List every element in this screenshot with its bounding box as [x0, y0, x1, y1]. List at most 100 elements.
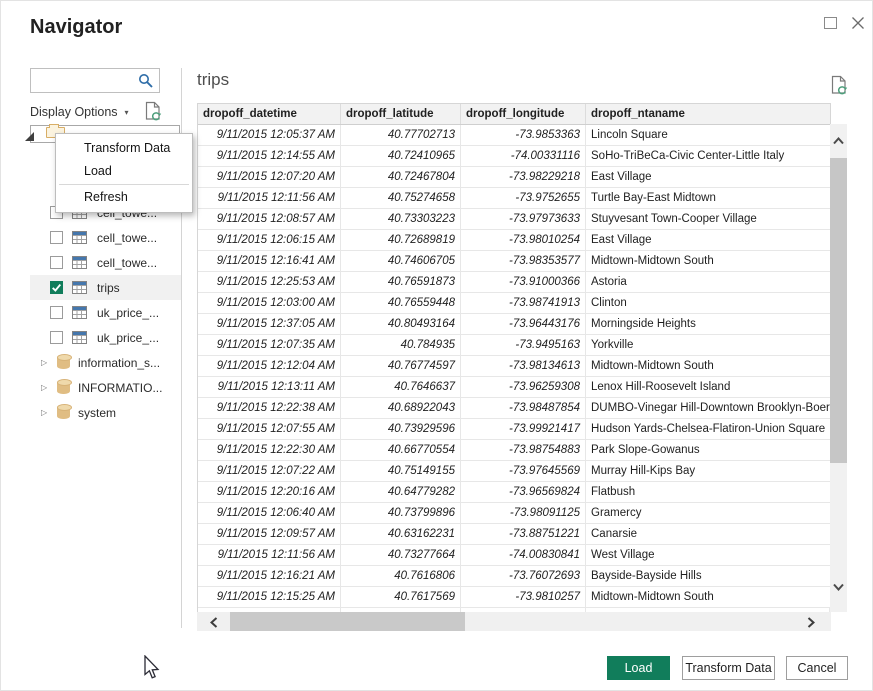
- tree-item-label: cell_towe...: [97, 231, 157, 245]
- database-icon: [57, 406, 70, 419]
- cell-dropoff-ntaname: Canarsie: [586, 524, 830, 544]
- tree-item[interactable]: ▷ uk_price_...: [30, 325, 181, 350]
- sidebar-refresh-icon[interactable]: [145, 101, 163, 127]
- tree-item-label: INFORMATIO...: [78, 381, 162, 395]
- cell-dropoff-latitude: 40.784935: [341, 335, 461, 355]
- vertical-scrollbar[interactable]: [830, 124, 847, 612]
- cell-dropoff-ntaname: Midtown-Midtown South: [586, 251, 830, 271]
- scroll-left-icon[interactable]: [210, 617, 218, 628]
- cell-dropoff-latitude: 40.73277664: [341, 545, 461, 565]
- table-row: 9/11/2015 12:07:20 AM 40.72467804 -73.98…: [198, 167, 830, 188]
- maximize-icon[interactable]: [824, 17, 837, 29]
- context-menu-item-label: Refresh: [84, 190, 128, 204]
- preview-grid-body: 9/11/2015 12:05:37 AM 40.77702713 -73.98…: [198, 125, 830, 608]
- table-row: 9/11/2015 12:05:37 AM 40.77702713 -73.98…: [198, 125, 830, 146]
- tree-item[interactable]: ▷ uk_price_...: [30, 300, 181, 325]
- search-input[interactable]: [35, 70, 137, 91]
- horizontal-scrollbar-thumb[interactable]: [230, 612, 465, 631]
- cell-dropoff-longitude: -73.97645569: [461, 461, 586, 481]
- preview-refresh-icon[interactable]: [831, 75, 849, 101]
- table-row: 9/11/2015 12:11:56 AM 40.75274658 -73.97…: [198, 188, 830, 209]
- vertical-scrollbar-thumb[interactable]: [830, 158, 847, 463]
- table-row: 9/11/2015 12:16:41 AM 40.74606705 -73.98…: [198, 251, 830, 272]
- table-row: 9/11/2015 12:14:55 AM 40.72410965 -74.00…: [198, 146, 830, 167]
- column-header[interactable]: dropoff_datetime: [198, 104, 341, 124]
- database-icon: [57, 381, 70, 394]
- mouse-cursor-arrow: [143, 655, 160, 686]
- table-row: 9/11/2015 12:16:21 AM 40.7616806 -73.760…: [198, 566, 830, 587]
- tree-item[interactable]: ▷ cell_towe...: [30, 225, 181, 250]
- preview-grid-header: dropoff_datetime dropoff_latitude dropof…: [198, 104, 830, 125]
- column-header[interactable]: dropoff_ntaname: [586, 104, 830, 124]
- tree-item-checkbox[interactable]: [50, 306, 63, 319]
- triangle-expanded-icon[interactable]: [25, 132, 34, 141]
- tree-item-checkbox[interactable]: [50, 256, 63, 269]
- cell-dropoff-datetime: 9/11/2015 12:14:55 AM: [198, 146, 341, 166]
- tree-item-checkbox[interactable]: [50, 281, 63, 294]
- cell-dropoff-latitude: 40.75149155: [341, 461, 461, 481]
- cell-dropoff-latitude: 40.80493164: [341, 314, 461, 334]
- load-button[interactable]: Load: [607, 656, 670, 680]
- context-menu-item[interactable]: Transform Data: [56, 137, 192, 160]
- cell-dropoff-latitude: 40.74606705: [341, 251, 461, 271]
- cell-dropoff-ntaname: West Village: [586, 545, 830, 565]
- cell-dropoff-ntaname: Park Slope-Gowanus: [586, 440, 830, 460]
- cell-dropoff-datetime: 9/11/2015 12:07:22 AM: [198, 461, 341, 481]
- tree-item[interactable]: ▷ system: [30, 400, 181, 425]
- cell-dropoff-ntaname: Lenox Hill-Roosevelt Island: [586, 377, 830, 397]
- tree-item-checkbox[interactable]: [50, 331, 63, 344]
- cell-dropoff-longitude: -73.9810257: [461, 587, 586, 607]
- table-row: 9/11/2015 12:09:57 AM 40.63162231 -73.88…: [198, 524, 830, 545]
- cell-dropoff-latitude: 40.64779282: [341, 482, 461, 502]
- cell-dropoff-latitude: 40.66770554: [341, 440, 461, 460]
- transform-data-button[interactable]: Transform Data: [682, 656, 775, 680]
- table-icon: [72, 231, 87, 244]
- cell-dropoff-longitude: -73.96259308: [461, 377, 586, 397]
- cell-dropoff-datetime: 9/11/2015 12:13:11 AM: [198, 377, 341, 397]
- scroll-down-icon[interactable]: [833, 583, 844, 591]
- tree-item[interactable]: ▷ cell_towe...: [30, 250, 181, 275]
- column-header[interactable]: dropoff_longitude: [461, 104, 586, 124]
- tree-item-label: uk_price_...: [97, 306, 159, 320]
- cancel-button[interactable]: Cancel: [786, 656, 848, 680]
- expand-arrow-icon[interactable]: ▷: [41, 358, 51, 367]
- table-row: 9/11/2015 12:12:04 AM 40.76774597 -73.98…: [198, 356, 830, 377]
- cell-dropoff-ntaname: Gramercy: [586, 503, 830, 523]
- expand-arrow-icon[interactable]: ▷: [41, 383, 51, 392]
- search-icon: [138, 73, 154, 89]
- cell-dropoff-datetime: 9/11/2015 12:37:05 AM: [198, 314, 341, 334]
- tree-item[interactable]: ▷ trips: [30, 275, 181, 300]
- cell-dropoff-latitude: 40.76559448: [341, 293, 461, 313]
- cell-dropoff-longitude: -73.98741913: [461, 293, 586, 313]
- preview-table-title: trips: [197, 70, 229, 90]
- table-row: 9/11/2015 12:06:40 AM 40.73799896 -73.98…: [198, 503, 830, 524]
- horizontal-scrollbar[interactable]: [197, 612, 831, 631]
- table-row: 9/11/2015 12:07:22 AM 40.75149155 -73.97…: [198, 461, 830, 482]
- display-options-dropdown[interactable]: Display Options▾: [30, 105, 129, 119]
- table-row: 9/11/2015 12:07:55 AM 40.73929596 -73.99…: [198, 419, 830, 440]
- column-header[interactable]: dropoff_latitude: [341, 104, 461, 124]
- cell-dropoff-datetime: 9/11/2015 12:07:20 AM: [198, 167, 341, 187]
- cell-dropoff-datetime: 9/11/2015 12:06:15 AM: [198, 230, 341, 250]
- cell-dropoff-latitude: 40.72410965: [341, 146, 461, 166]
- context-menu-item[interactable]: Load: [56, 160, 192, 183]
- cell-dropoff-ntaname: East Village: [586, 230, 830, 250]
- cell-dropoff-latitude: 40.77702713: [341, 125, 461, 145]
- tree-item[interactable]: ▷ INFORMATIO...: [30, 375, 181, 400]
- context-menu-item[interactable]: Refresh: [56, 186, 192, 209]
- scroll-right-icon[interactable]: [807, 617, 815, 628]
- cell-dropoff-datetime: 9/11/2015 12:22:38 AM: [198, 398, 341, 418]
- close-icon[interactable]: [850, 15, 866, 31]
- cell-dropoff-datetime: 9/11/2015 12:20:16 AM: [198, 482, 341, 502]
- cell-dropoff-latitude: 40.72467804: [341, 167, 461, 187]
- tree-item[interactable]: ▷ information_s...: [30, 350, 181, 375]
- cell-dropoff-datetime: 9/11/2015 12:06:40 AM: [198, 503, 341, 523]
- cell-dropoff-ntaname: Turtle Bay-East Midtown: [586, 188, 830, 208]
- tree-item-label: trips: [97, 281, 120, 295]
- scroll-up-icon[interactable]: [833, 137, 844, 145]
- expand-arrow-icon[interactable]: ▷: [41, 408, 51, 417]
- table-icon: [72, 331, 87, 344]
- cell-dropoff-datetime: 9/11/2015 12:07:55 AM: [198, 419, 341, 439]
- preview-grid: dropoff_datetime dropoff_latitude dropof…: [197, 103, 831, 612]
- tree-item-checkbox[interactable]: [50, 231, 63, 244]
